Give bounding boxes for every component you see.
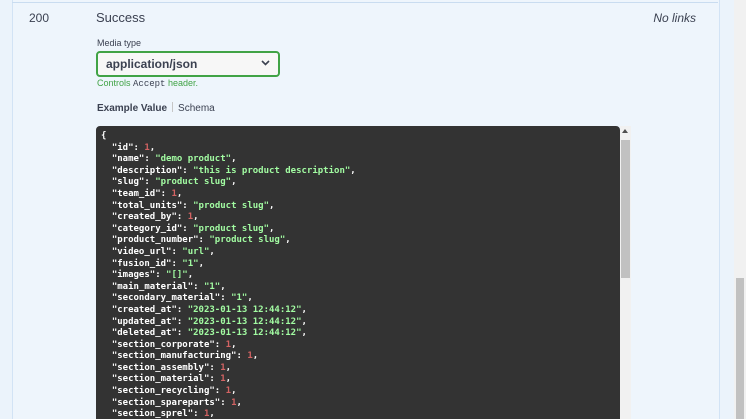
json-line: "main_material": "1", [111,281,226,292]
json-key: "description" [111,165,183,176]
json-key: "section_recycling" [111,386,215,397]
json-line: "section_corporate": 1, [111,339,237,350]
json-value: "1" [203,281,221,292]
json-key: "name" [111,154,145,165]
json-key: "images" [111,270,156,281]
json-key: "deleted_at" [111,328,177,339]
controls-suffix: header. [167,78,198,88]
json-key: "category_id" [111,223,183,234]
json-line: "deleted_at": "2023-01-13 12:44:12", [111,328,307,339]
json-open-brace: { [101,131,107,141]
json-line: "secondary_material": "1", [111,293,253,304]
json-value: 1 [187,212,194,223]
json-key: "product_number" [111,235,199,246]
example-tabs: Example Value Schema [97,102,215,114]
page-scrollbar[interactable] [734,0,746,419]
tab-schema[interactable]: Schema [178,103,215,114]
json-value: "url" [182,246,210,257]
json-line: "section_sprel": 1, [111,409,215,419]
json-value: 1 [144,142,150,153]
json-key: "slug" [111,177,145,188]
code-scrollbar-thumb[interactable] [621,140,630,278]
json-value: "2023-01-13 12:44:12" [187,328,302,339]
json-value: "1" [182,258,199,269]
json-key: "section_spareparts" [111,397,221,408]
scroll-up-arrow-icon[interactable] [622,129,628,133]
json-line: "updated_at": "2023-01-13 12:44:12", [111,316,307,327]
json-key: "team_id" [111,188,161,199]
json-line: "created_by": 1, [111,212,199,223]
json-line: "category_id": "product slug", [111,223,275,234]
json-line: "slug": "product slug", [111,177,237,188]
json-value: "[]" [166,270,188,281]
json-line: "section_spareparts": 1, [111,397,242,408]
example-json-block[interactable]: { "id": 1, "name": "demo product", "desc… [96,126,620,419]
json-key: "section_sprel" [111,409,194,419]
media-type-label: Media type [97,38,142,48]
json-value: "2023-01-13 12:44:12" [187,316,302,327]
json-value: "this is product description" [193,165,351,176]
json-value: "product slug" [155,177,232,188]
json-line: "name": "demo product", [111,154,237,165]
json-key: "section_manufacturing" [111,351,237,362]
json-value: "product slug" [209,235,286,246]
json-key: "section_corporate" [111,339,215,350]
json-value: "product slug" [193,223,269,234]
json-line: "id": 1, [111,142,156,153]
json-value: "1" [231,293,248,304]
json-key: "main_material" [111,281,194,292]
json-key: "video_url" [111,246,172,257]
json-line: "images": "[]", [111,270,194,281]
divider [12,2,718,3]
chevron-down-icon [261,60,270,66]
response-description: Success [96,10,146,25]
json-value: 1 [225,386,232,397]
controls-prefix: Controls [97,78,131,88]
response-status-code: 200 [29,11,50,25]
response-links: No links [653,11,696,25]
json-key: "created_by" [111,212,177,223]
media-type-selected: application/json [106,57,198,71]
json-value: 1 [225,339,232,350]
json-key: "total_units" [111,200,183,211]
json-value: 1 [171,188,177,199]
tab-example-value[interactable]: Example Value [97,103,167,114]
example-json-code: { "id": 1, "name": "demo product", "desc… [96,126,620,419]
json-value: 1 [247,351,253,362]
json-value: 1 [220,374,226,385]
json-key: "updated_at" [111,316,177,327]
json-key: "section_material" [111,374,210,385]
json-line: "product_number": "product slug", [111,235,291,246]
json-value: "2023-01-13 12:44:12" [187,304,302,315]
json-key: "created_at" [111,304,177,315]
json-value: 1 [231,397,237,408]
json-line: "section_material": 1, [111,374,232,385]
json-value: "demo product" [155,154,232,165]
json-line: "total_units": "product slug", [111,200,275,211]
json-line: "description": "this is product descript… [111,165,356,176]
json-line: "section_recycling": 1, [111,386,237,397]
json-line: "team_id": 1, [111,188,183,199]
json-line: "section_manufacturing": 1, [111,351,259,362]
json-key: "secondary_material" [111,293,221,304]
controls-accept-note: Controls Accept header. [97,78,198,89]
json-value: "product slug" [193,200,269,211]
json-line: "fusion_id": "1", [111,258,204,269]
json-value: 1 [203,409,210,419]
json-key: "id" [111,142,134,153]
tab-divider [172,102,174,112]
media-type-select[interactable]: application/json [96,51,280,77]
page-scrollbar-thumb[interactable] [736,278,744,419]
json-line: "created_at": "2023-01-13 12:44:12", [111,304,307,315]
json-line: "section_assembly": 1, [111,362,232,373]
code-scrollbar[interactable] [620,126,631,419]
json-key: "section_assembly" [111,362,210,373]
json-value: 1 [220,362,226,373]
json-line: "video_url": "url", [111,246,215,257]
accept-code: Accept [133,79,166,89]
json-key: "fusion_id" [111,258,172,269]
